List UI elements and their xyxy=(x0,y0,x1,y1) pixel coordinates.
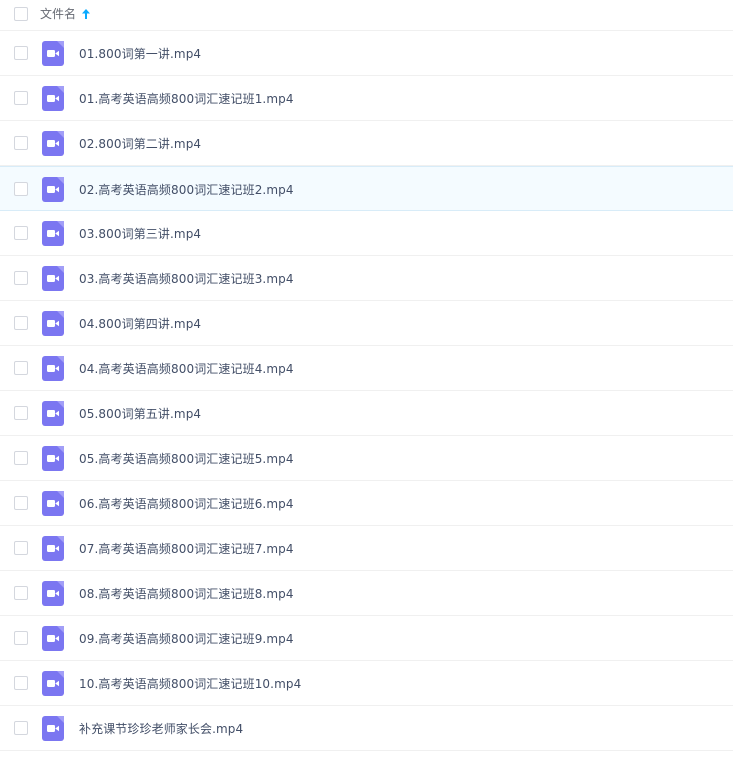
select-all-checkbox[interactable] xyxy=(14,7,28,21)
video-file-icon xyxy=(42,491,64,516)
file-row[interactable]: 04.高考英语高频800词汇速记班4.mp4 xyxy=(0,346,733,391)
row-checkbox[interactable] xyxy=(14,226,28,240)
row-checkbox[interactable] xyxy=(14,46,28,60)
video-file-icon xyxy=(42,581,64,606)
row-checkbox[interactable] xyxy=(14,406,28,420)
file-row[interactable]: 02.高考英语高频800词汇速记班2.mp4 xyxy=(0,166,733,211)
video-file-icon xyxy=(42,266,64,291)
row-checkbox[interactable] xyxy=(14,136,28,150)
row-checkbox[interactable] xyxy=(14,91,28,105)
file-row[interactable]: 03.800词第三讲.mp4 xyxy=(0,211,733,256)
file-row[interactable]: 01.高考英语高频800词汇速记班1.mp4 xyxy=(0,76,733,121)
row-checkbox[interactable] xyxy=(14,541,28,555)
file-name[interactable]: 07.高考英语高频800词汇速记班7.mp4 xyxy=(79,540,294,557)
file-row[interactable]: 05.高考英语高频800词汇速记班5.mp4 xyxy=(0,436,733,481)
file-name[interactable]: 08.高考英语高频800词汇速记班8.mp4 xyxy=(79,585,294,602)
sort-by-filename[interactable]: 文件名 xyxy=(40,5,91,22)
row-checkbox[interactable] xyxy=(14,586,28,600)
video-file-icon xyxy=(42,446,64,471)
file-list: 文件名 01.800词第一讲.mp4 01.高考英语高频800词汇速记班1.mp4… xyxy=(0,0,733,762)
video-file-icon xyxy=(42,41,64,66)
file-name[interactable]: 补充课节珍珍老师家长会.mp4 xyxy=(79,720,243,737)
arrow-up-icon xyxy=(82,8,91,19)
row-checkbox[interactable] xyxy=(14,316,28,330)
file-row[interactable]: 04.800词第四讲.mp4 xyxy=(0,301,733,346)
file-row[interactable]: 01.800词第一讲.mp4 xyxy=(0,31,733,76)
video-file-icon xyxy=(42,401,64,426)
file-name[interactable]: 01.高考英语高频800词汇速记班1.mp4 xyxy=(79,90,294,107)
list-header: 文件名 xyxy=(0,0,733,31)
file-row[interactable]: 09.高考英语高频800词汇速记班9.mp4 xyxy=(0,616,733,661)
file-name[interactable]: 09.高考英语高频800词汇速记班9.mp4 xyxy=(79,630,294,647)
video-file-icon xyxy=(42,221,64,246)
video-file-icon xyxy=(42,626,64,651)
video-file-icon xyxy=(42,671,64,696)
row-checkbox[interactable] xyxy=(14,721,28,735)
row-checkbox[interactable] xyxy=(14,361,28,375)
video-file-icon xyxy=(42,131,64,156)
video-file-icon xyxy=(42,536,64,561)
video-file-icon xyxy=(42,177,64,202)
file-row[interactable]: 10.高考英语高频800词汇速记班10.mp4 xyxy=(0,661,733,706)
file-name[interactable]: 01.800词第一讲.mp4 xyxy=(79,45,201,62)
row-checkbox[interactable] xyxy=(14,631,28,645)
video-file-icon xyxy=(42,311,64,336)
video-file-icon xyxy=(42,716,64,741)
file-name[interactable]: 05.高考英语高频800词汇速记班5.mp4 xyxy=(79,450,294,467)
file-row[interactable]: 06.高考英语高频800词汇速记班6.mp4 xyxy=(0,481,733,526)
row-checkbox[interactable] xyxy=(14,271,28,285)
file-row[interactable]: 07.高考英语高频800词汇速记班7.mp4 xyxy=(0,526,733,571)
row-checkbox[interactable] xyxy=(14,496,28,510)
row-checkbox[interactable] xyxy=(14,182,28,196)
file-row[interactable]: 补充课节珍珍老师家长会.mp4 xyxy=(0,706,733,751)
file-name[interactable]: 04.高考英语高频800词汇速记班4.mp4 xyxy=(79,360,294,377)
row-checkbox[interactable] xyxy=(14,676,28,690)
file-name[interactable]: 06.高考英语高频800词汇速记班6.mp4 xyxy=(79,495,294,512)
file-name[interactable]: 03.高考英语高频800词汇速记班3.mp4 xyxy=(79,270,294,287)
file-row[interactable]: 05.800词第五讲.mp4 xyxy=(0,391,733,436)
file-name[interactable]: 04.800词第四讲.mp4 xyxy=(79,315,201,332)
file-name[interactable]: 05.800词第五讲.mp4 xyxy=(79,405,201,422)
file-row[interactable]: 03.高考英语高频800词汇速记班3.mp4 xyxy=(0,256,733,301)
file-name[interactable]: 10.高考英语高频800词汇速记班10.mp4 xyxy=(79,675,301,692)
row-checkbox[interactable] xyxy=(14,451,28,465)
file-name[interactable]: 02.800词第二讲.mp4 xyxy=(79,135,201,152)
file-row[interactable]: 08.高考英语高频800词汇速记班8.mp4 xyxy=(0,571,733,616)
file-row[interactable]: 02.800词第二讲.mp4 xyxy=(0,121,733,166)
column-header-filename: 文件名 xyxy=(40,7,77,21)
file-name[interactable]: 02.高考英语高频800词汇速记班2.mp4 xyxy=(79,181,294,198)
video-file-icon xyxy=(42,356,64,381)
video-file-icon xyxy=(42,86,64,111)
file-name[interactable]: 03.800词第三讲.mp4 xyxy=(79,225,201,242)
